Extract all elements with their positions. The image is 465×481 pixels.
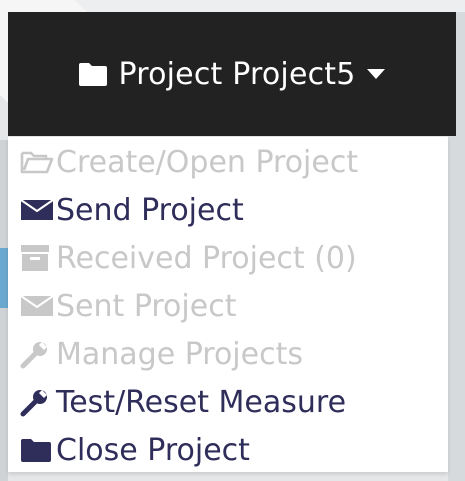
folder-open-icon xyxy=(20,149,56,175)
menu-item-test-reset-measure[interactable]: Test/Reset Measure xyxy=(20,379,346,425)
menu-item-sent-project[interactable]: Sent Project xyxy=(20,283,236,329)
caret-down-icon xyxy=(366,68,386,80)
menu-item-label: Manage Projects xyxy=(56,336,303,372)
menu-item-send-project[interactable]: Send Project xyxy=(20,187,244,233)
menu-item-label: Create/Open Project xyxy=(56,144,359,180)
folder-icon xyxy=(78,61,108,87)
envelope-icon xyxy=(20,295,56,317)
menu-item-label: Send Project xyxy=(56,192,244,228)
project-title: Project Project5 xyxy=(118,56,356,92)
project-dropdown-toggle[interactable]: Project Project5 xyxy=(78,57,385,92)
menu-item-label: Close Project xyxy=(56,432,250,468)
menu-item-label: Received Project (0) xyxy=(56,240,357,276)
menu-item-received-project[interactable]: Received Project (0) xyxy=(20,235,357,281)
envelope-icon xyxy=(20,199,56,221)
navbar: Project Project5 xyxy=(8,12,456,136)
menu-item-manage-projects[interactable]: Manage Projects xyxy=(20,331,303,377)
menu-item-close-project[interactable]: Close Project xyxy=(20,427,250,473)
folder-icon xyxy=(20,437,56,463)
menu-item-create-open-project[interactable]: Create/Open Project xyxy=(20,139,358,185)
background-left-edge xyxy=(0,140,8,481)
menu-item-label: Sent Project xyxy=(56,288,237,324)
project-dropdown-menu: Create/Open Project Send Project Receive… xyxy=(8,137,448,472)
menu-item-label: Test/Reset Measure xyxy=(56,384,347,420)
wrench-icon xyxy=(20,339,56,369)
inbox-icon xyxy=(20,244,56,272)
wrench-icon xyxy=(20,387,56,417)
